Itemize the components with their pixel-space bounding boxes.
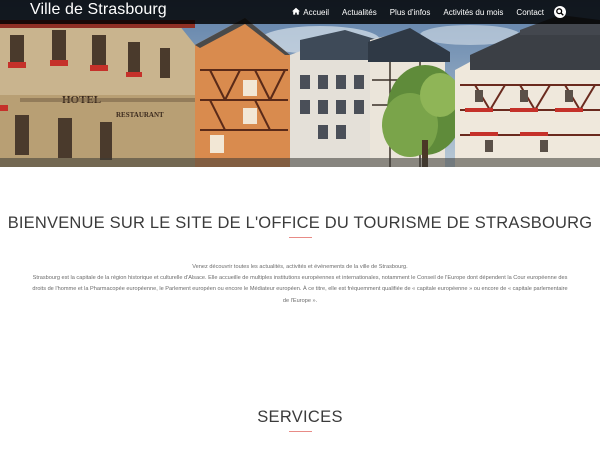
main-nav: Accueil Actualités Plus d'infos Activité… [279, 0, 544, 24]
restaurant-sign: RESTAURANT [116, 111, 164, 119]
intro-line-1: Venez découvrir toutes les actualités, a… [192, 264, 408, 270]
search-icon [554, 6, 566, 18]
nav-label-accueil: Accueil [303, 7, 330, 17]
home-icon [292, 7, 301, 17]
top-navbar: Ville de Strasbourg Accueil Actualités P… [0, 0, 600, 24]
search-button[interactable] [554, 5, 566, 18]
services-underline [289, 431, 312, 432]
nav-label-actualites: Actualités [342, 7, 377, 17]
hero-banner: HOTEL RESTAURANT [0, 0, 600, 167]
services-title: SERVICES [257, 408, 343, 426]
intro-paragraph: Strasbourg est la capitale de la région … [32, 275, 568, 304]
nav-item-activites[interactable]: Activités du mois [443, 8, 503, 17]
nav-item-accueil[interactable]: Accueil [292, 7, 329, 17]
hero-photo: HOTEL RESTAURANT [0, 0, 600, 167]
intro-text: Venez découvrir toutes les actualités, a… [30, 262, 570, 307]
nav-label-plus-infos: Plus d'infos [389, 7, 431, 17]
welcome-title: BIENVENUE SUR LE SITE DE L'OFFICE DU TOU… [7, 214, 593, 232]
nav-item-plus-infos[interactable]: Plus d'infos [390, 8, 431, 17]
title-underline [289, 237, 312, 238]
nav-label-activites: Activités du mois [443, 7, 504, 17]
nav-label-contact: Contact [516, 7, 544, 17]
site-brand[interactable]: Ville de Strasbourg [30, 1, 167, 19]
nav-item-actualites[interactable]: Actualités [342, 8, 377, 17]
nav-item-contact[interactable]: Contact [516, 8, 544, 17]
